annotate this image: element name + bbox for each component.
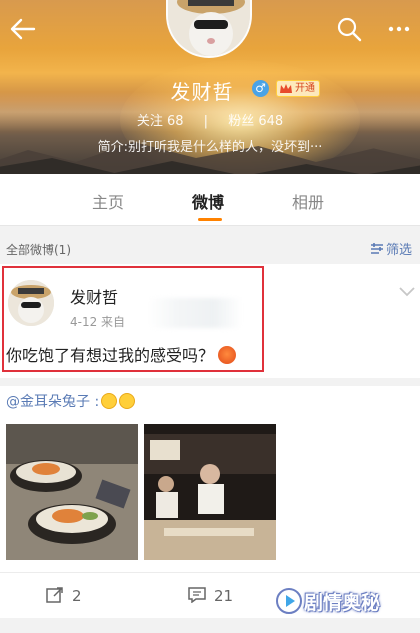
section-divider: [0, 378, 420, 386]
vip-open-badge[interactable]: 开通: [276, 80, 320, 97]
tab-home[interactable]: 主页: [92, 189, 124, 213]
highlight-box: [2, 266, 264, 372]
filter-button[interactable]: 筛选: [370, 239, 412, 258]
active-tab-indicator: [198, 218, 222, 221]
profile-bio: 简介:别打听我是什么样的人，没坏到···: [97, 140, 323, 155]
food-photo-icon: [6, 424, 138, 560]
followers-count[interactable]: 粉丝 648: [228, 114, 283, 129]
filter-icon: [371, 243, 383, 254]
watermark-logo-icon: [276, 588, 302, 614]
back-arrow-icon[interactable]: [8, 14, 38, 44]
profile-name: 发财哲: [170, 80, 234, 104]
repost-mention[interactable]: @金耳朵兔子 :: [6, 391, 136, 411]
profile-stats: 关注 68 | 粉丝 648: [0, 110, 420, 129]
post-card[interactable]: 发财哲 4-12 来自 你吃饱了有想过我的感受吗？ @金耳朵兔子 :: [0, 264, 420, 600]
crown-icon: [280, 84, 292, 93]
post-photo-sushi-bar[interactable]: [144, 424, 276, 560]
more-icon[interactable]: [384, 14, 414, 44]
tab-weibo[interactable]: 微博: [192, 189, 224, 213]
vip-label: 开通: [295, 83, 315, 94]
smile-emoji-icon: [101, 393, 118, 409]
repost-mention-text[interactable]: @金耳朵兔子 :: [6, 394, 99, 410]
repost-icon: [46, 587, 63, 603]
following-count[interactable]: 关注 68: [137, 114, 184, 129]
profile-tabs: 主页 微博 相册: [0, 174, 420, 226]
male-gender-icon: ♂: [252, 80, 269, 97]
comment-icon: [188, 587, 206, 603]
watermark-text: 剧情奥秘: [304, 592, 381, 614]
restaurant-photo-icon: [144, 424, 276, 560]
filter-bar: 全部微博(1) 筛选: [0, 236, 420, 262]
search-icon[interactable]: [334, 14, 364, 44]
chevron-down-icon[interactable]: [398, 286, 416, 298]
grin-emoji-icon: [119, 393, 136, 409]
repost-count: 2: [72, 587, 82, 605]
post-photo-rice-bowls[interactable]: [6, 424, 138, 560]
stats-divider: |: [203, 114, 209, 129]
tab-album[interactable]: 相册: [292, 189, 324, 213]
comment-count: 21: [214, 587, 234, 605]
repost-button[interactable]: 2: [46, 587, 82, 605]
all-posts-count: 全部微博(1): [6, 243, 71, 257]
comment-button[interactable]: 21: [188, 587, 233, 605]
filter-label: 筛选: [386, 243, 413, 258]
